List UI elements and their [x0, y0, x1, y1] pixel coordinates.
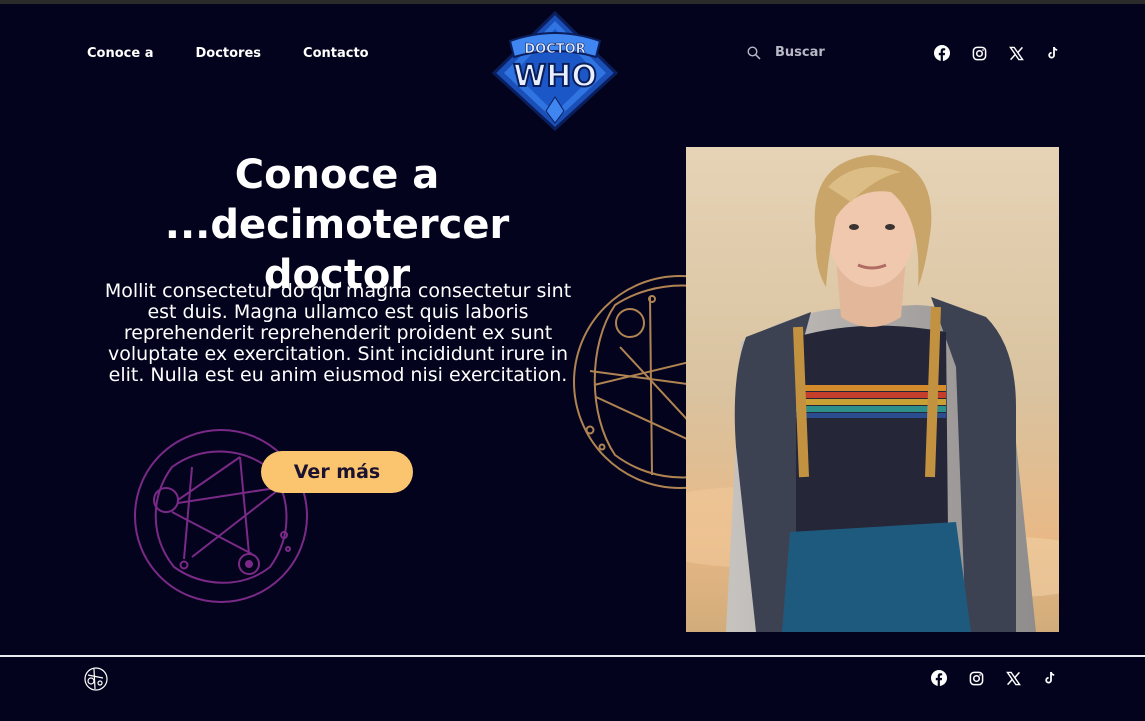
hero-description: Mollit consectetur do qui magna consecte… — [104, 280, 572, 386]
facebook-icon[interactable] — [931, 670, 947, 686]
ver-mas-button[interactable]: Ver más — [261, 451, 413, 493]
tiktok-icon[interactable] — [1045, 45, 1061, 61]
search-icon[interactable] — [747, 45, 761, 60]
facebook-icon[interactable] — [934, 45, 950, 61]
thirteenth-doctor-portrait — [686, 147, 1059, 632]
tiktok-icon[interactable] — [1042, 670, 1058, 686]
search-bar — [747, 45, 885, 60]
doctor-who-logo[interactable]: DOCTOR WHO — [492, 11, 618, 131]
gallifreyan-icon[interactable] — [83, 666, 109, 692]
instagram-icon[interactable] — [971, 45, 987, 61]
footer-divider — [0, 655, 1145, 657]
instagram-icon[interactable] — [968, 670, 984, 686]
nav-item-conoce[interactable]: Conoce a — [87, 46, 153, 61]
gallifreyan-gold-glyph — [560, 275, 690, 490]
top-border — [0, 0, 1145, 4]
header-socials — [934, 45, 1061, 61]
main-nav: Conoce a Doctores Contacto — [87, 46, 411, 61]
search-input[interactable] — [775, 45, 885, 60]
x-icon[interactable] — [1005, 670, 1021, 686]
hero-title: Conoce a ...decimotercer doctor — [164, 152, 510, 298]
x-icon[interactable] — [1008, 45, 1024, 61]
nav-item-doctores[interactable]: Doctores — [195, 46, 261, 61]
nav-item-contacto[interactable]: Contacto — [303, 46, 369, 61]
svg-text:DOCTOR: DOCTOR — [524, 42, 585, 57]
footer-socials — [931, 670, 1058, 686]
svg-text:WHO: WHO — [513, 59, 597, 94]
